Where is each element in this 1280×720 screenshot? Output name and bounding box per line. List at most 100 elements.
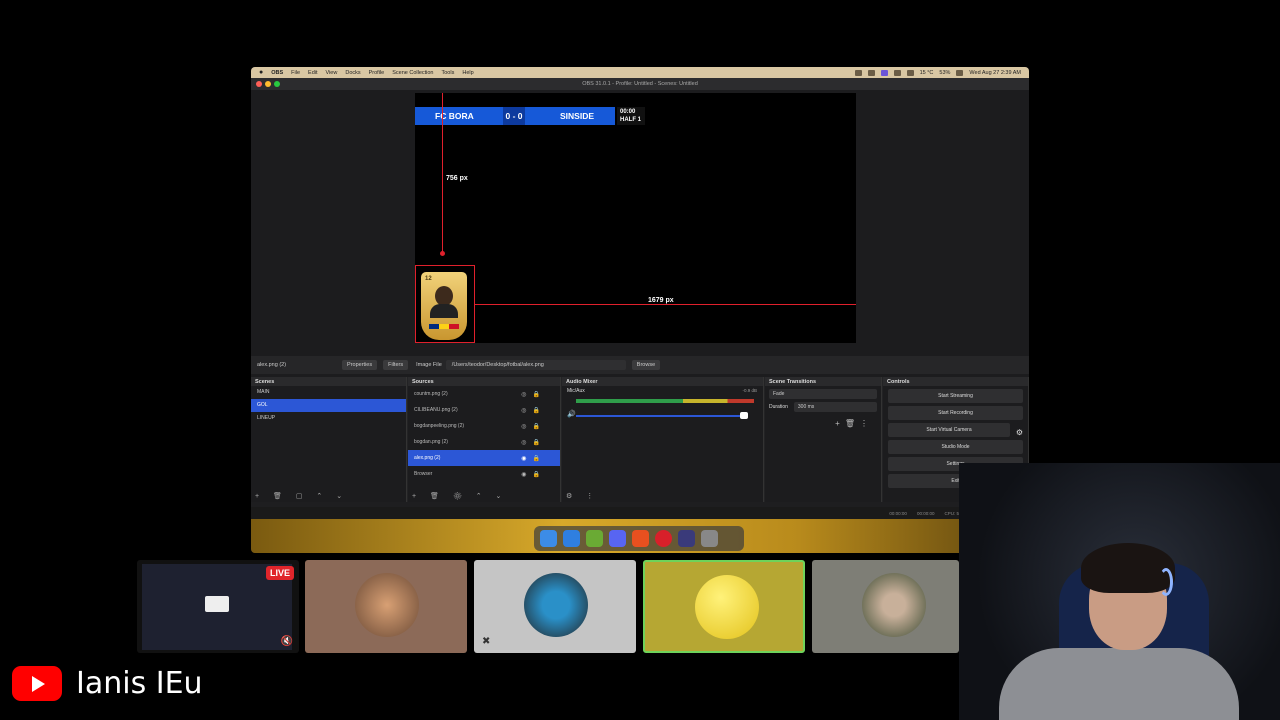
participant-tile-active-speaker[interactable] (643, 560, 805, 653)
headset-icon (1159, 568, 1173, 596)
menu-file[interactable]: File (291, 70, 300, 76)
zoom-icon[interactable] (274, 81, 280, 87)
menu-help[interactable]: Help (462, 70, 473, 76)
start-recording-button[interactable]: Start Recording (888, 406, 1023, 420)
source-actions[interactable]: + 🗑 ⚙ ⌃ ⌄ (412, 492, 507, 500)
avatar (524, 573, 588, 637)
dimension-vertical: 756 px (446, 175, 468, 182)
status-icon[interactable] (867, 69, 875, 76)
guide-handle[interactable] (440, 251, 445, 256)
audio-meter (576, 399, 754, 403)
safari-icon[interactable] (563, 530, 580, 547)
transitions-title: Scene Transitions (765, 377, 881, 386)
image-path-field[interactable]: /Users/teodor/Desktop/fotbal/alex.png (445, 360, 626, 370)
source-item[interactable]: countm.png (2) ◎🔒 (408, 386, 560, 402)
record-time: 00:00:00 (916, 510, 935, 516)
selected-source-bounds[interactable]: 12 (415, 265, 475, 343)
scene-item[interactable]: MAIN (251, 386, 406, 399)
discord-icon[interactable] (609, 530, 626, 547)
avatar-emoji (695, 575, 759, 639)
weather-text[interactable]: 15 °C (920, 70, 934, 76)
app-icon[interactable] (678, 530, 695, 547)
scenes-dock: Scenes MAIN GOL LINEUP + 🗑 ▢ ⌃ ⌄ (251, 377, 407, 502)
visibility-lock-icons[interactable]: ◉🔒 (521, 471, 546, 478)
visibility-lock-icons[interactable]: ◉🔒 (521, 455, 546, 462)
visibility-lock-icons[interactable]: ◎🔒 (521, 391, 546, 398)
gear-icon[interactable]: ⚙ (1016, 428, 1023, 437)
menu-view[interactable]: View (326, 70, 338, 76)
menu-profile[interactable]: Profile (369, 70, 385, 76)
audio-track-name: Mic/Aux (567, 388, 585, 394)
properties-button[interactable]: Properties (342, 360, 378, 370)
volume-slider[interactable] (576, 415, 746, 417)
preview-canvas[interactable]: FC BORA 0 - 0 SINSIDE 00:00 HALF 1 756 p… (415, 93, 856, 343)
audio-mixer-title: Audio Mixer (562, 377, 763, 386)
mixer-actions[interactable]: ⚙ ⋮ (566, 492, 599, 500)
transition-actions[interactable]: +🗑⋮ (835, 419, 873, 428)
webcam-overlay (959, 463, 1280, 720)
participant-tile-screen[interactable]: LIVE 🔇 (137, 560, 299, 653)
docks: Scenes MAIN GOL LINEUP + 🗑 ▢ ⌃ ⌄ Sources… (251, 377, 1029, 502)
participant-tile[interactable] (812, 560, 959, 653)
minimize-icon[interactable] (265, 81, 271, 87)
clock-text[interactable]: Wed Aug 27 2:39 AM (969, 70, 1021, 76)
menubar-status: 15 °C 53% Wed Aug 27 2:39 AM (854, 69, 1029, 76)
source-item[interactable]: CILIBEANU.png (2) ◎🔒 (408, 402, 560, 418)
status-icon[interactable] (893, 69, 901, 76)
ocr-icon[interactable] (632, 530, 649, 547)
status-icon[interactable] (906, 69, 914, 76)
scene-item[interactable]: LINEUP (251, 412, 406, 425)
filters-button[interactable]: Filters (383, 360, 409, 370)
visibility-lock-icons[interactable]: ◎🔒 (521, 439, 546, 446)
duration-input[interactable]: 300 ms (793, 402, 877, 412)
source-item[interactable]: bogdanpeeling.png (2) ◎🔒 (408, 418, 560, 434)
source-item[interactable]: bogdan.png (2) ◎🔒 (408, 434, 560, 450)
card-number: 12 (425, 276, 432, 282)
wifi-icon[interactable] (956, 69, 964, 76)
participant-tile[interactable]: ✖ (474, 560, 636, 653)
status-icon[interactable] (854, 69, 862, 76)
visibility-lock-icons[interactable]: ◎🔒 (521, 423, 546, 430)
monitor-icon (205, 596, 229, 612)
scene-item-selected[interactable]: GOL (251, 399, 406, 412)
match-clock: 00:00 HALF 1 (617, 107, 645, 125)
source-label: Browser (414, 471, 433, 477)
desktop-wallpaper (251, 519, 1029, 553)
source-label: countm.png (2) (414, 391, 448, 397)
scoreboard: FC BORA 0 - 0 SINSIDE (415, 107, 615, 125)
visibility-lock-icons[interactable]: ◎🔒 (521, 407, 546, 414)
start-virtual-camera-button[interactable]: Start Virtual Camera (888, 423, 1010, 437)
player-card: 12 (421, 272, 467, 340)
apple-icon[interactable]: ● (259, 69, 263, 76)
studio-mode-button[interactable]: Studio Mode (888, 440, 1023, 454)
trash-icon[interactable] (701, 530, 718, 547)
menu-tools[interactable]: Tools (442, 70, 455, 76)
participant-tile[interactable] (305, 560, 467, 653)
clock-time: 00:00 (620, 109, 636, 115)
source-label: bogdan.png (2) (414, 439, 448, 445)
scene-actions[interactable]: + 🗑 ▢ ⌃ ⌄ (255, 492, 348, 500)
source-item[interactable]: Browser ◉🔒 (408, 466, 560, 482)
transition-select[interactable]: Fade (769, 389, 877, 399)
channel-branding: Ianis IEu (12, 666, 203, 701)
avatar (862, 573, 926, 637)
menu-edit[interactable]: Edit (308, 70, 317, 76)
obs-status-icon[interactable] (880, 69, 888, 76)
minecraft-icon[interactable] (586, 530, 603, 547)
menu-app-name[interactable]: OBS (271, 70, 283, 76)
screen: ● OBS File Edit View Docks Profile Scene… (0, 0, 1280, 720)
menu-scene-collection[interactable]: Scene Collection (392, 70, 433, 76)
browse-button[interactable]: Browse (631, 360, 661, 370)
close-icon[interactable] (256, 81, 262, 87)
muted-speaker-icon: 🔇 (280, 636, 293, 647)
obs-dock-icon[interactable] (655, 530, 672, 547)
mac-menubar: ● OBS File Edit View Docks Profile Scene… (251, 67, 1029, 78)
volume-slider-knob[interactable] (740, 412, 748, 419)
speaker-icon[interactable]: 🔊 (567, 410, 576, 418)
source-label: alex.png (2) (414, 455, 441, 461)
menu-docks[interactable]: Docks (345, 70, 360, 76)
battery-text[interactable]: 53% (939, 70, 950, 76)
start-streaming-button[interactable]: Start Streaming (888, 389, 1023, 403)
source-item-selected[interactable]: alex.png (2) ◉🔒 (408, 450, 560, 466)
finder-icon[interactable] (540, 530, 557, 547)
